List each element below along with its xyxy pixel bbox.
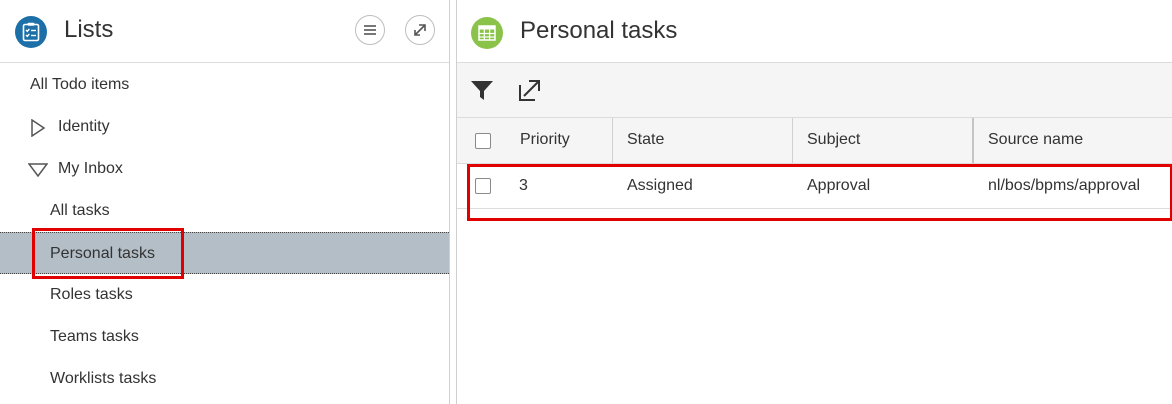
nav-item-all-todo[interactable]: All Todo items bbox=[0, 64, 449, 106]
nav-item-roles-tasks[interactable]: Roles tasks bbox=[0, 274, 449, 316]
expand-arrow-icon bbox=[414, 24, 426, 36]
triangle-down-icon[interactable] bbox=[28, 162, 48, 178]
toolbar bbox=[457, 63, 1172, 118]
nav-item-all-tasks[interactable]: All tasks bbox=[0, 190, 449, 232]
column-divider[interactable] bbox=[792, 118, 793, 163]
export-arrow-icon[interactable] bbox=[517, 77, 543, 103]
column-header-state[interactable]: State bbox=[627, 118, 664, 163]
lists-title: Lists bbox=[64, 16, 114, 43]
column-divider[interactable] bbox=[972, 118, 974, 163]
nav-item-worklists-tasks[interactable]: Worklists tasks bbox=[0, 358, 449, 400]
nav-item-label: Roles tasks bbox=[50, 286, 133, 303]
expand-button[interactable] bbox=[405, 15, 435, 45]
nav-item-my-inbox[interactable]: My Inbox bbox=[0, 148, 449, 190]
nav-item-label: My Inbox bbox=[58, 160, 123, 177]
table-grid-icon bbox=[471, 17, 503, 49]
lists-nav: All Todo items Identity My Inbox All tas… bbox=[0, 64, 449, 400]
cell-subject: Approval bbox=[807, 177, 871, 194]
hamburger-menu-icon bbox=[364, 25, 376, 35]
cell-state: Assigned bbox=[627, 177, 693, 194]
nav-item-label: Personal tasks bbox=[50, 245, 155, 262]
column-header-source-name[interactable]: Source name bbox=[988, 118, 1083, 163]
table-header: Priority State Subject Source name bbox=[457, 118, 1172, 164]
row-checkbox[interactable] bbox=[475, 178, 491, 194]
nav-item-personal-tasks[interactable]: Personal tasks bbox=[0, 232, 449, 274]
table-row[interactable]: 3 Assigned Approval nl/bos/bpms/approval bbox=[457, 164, 1172, 209]
clipboard-checklist-icon bbox=[15, 16, 47, 48]
nav-item-label: Identity bbox=[58, 118, 110, 135]
menu-button[interactable] bbox=[355, 15, 385, 45]
column-header-subject[interactable]: Subject bbox=[807, 118, 860, 163]
filter-funnel-icon[interactable] bbox=[469, 77, 495, 103]
nav-item-teams-tasks[interactable]: Teams tasks bbox=[0, 316, 449, 358]
lists-header: Lists bbox=[0, 0, 449, 63]
nav-item-label: All Todo items bbox=[30, 76, 130, 93]
page-title: Personal tasks bbox=[520, 17, 678, 44]
lists-panel: Lists All Todo items Identity My Inbox A… bbox=[0, 0, 450, 404]
task-list-header: Personal tasks bbox=[457, 0, 1172, 63]
task-list-panel: Personal tasks Priority State Subject So… bbox=[456, 0, 1172, 404]
column-divider[interactable] bbox=[612, 118, 613, 163]
nav-item-label: All tasks bbox=[50, 202, 110, 219]
app-window: Lists All Todo items Identity My Inbox A… bbox=[0, 0, 1172, 404]
nav-item-label: Worklists tasks bbox=[50, 370, 157, 387]
triangle-right-icon[interactable] bbox=[30, 119, 46, 137]
select-all-checkbox[interactable] bbox=[475, 133, 491, 149]
cell-priority: 3 bbox=[519, 177, 528, 194]
cell-source-name: nl/bos/bpms/approval bbox=[988, 177, 1141, 194]
nav-item-label: Teams tasks bbox=[50, 328, 139, 345]
nav-item-identity[interactable]: Identity bbox=[0, 106, 449, 148]
column-header-priority[interactable]: Priority bbox=[520, 118, 570, 163]
